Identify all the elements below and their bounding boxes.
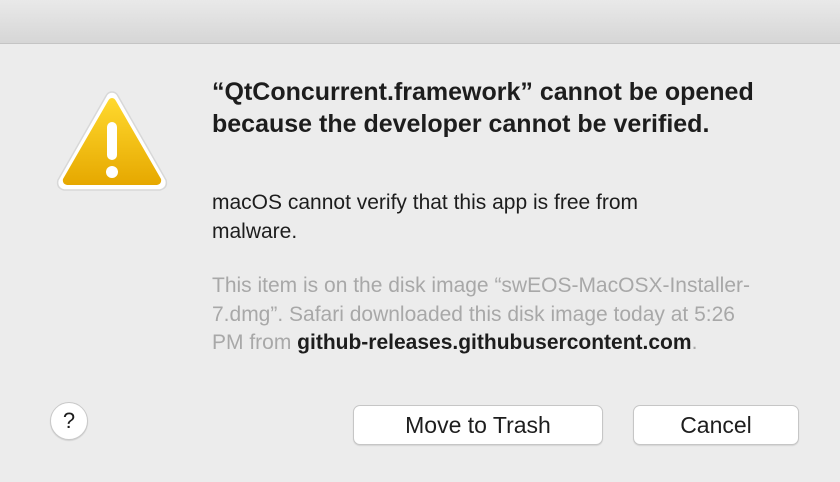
dialog-message: macOS cannot verify that this app is fre…	[212, 191, 639, 243]
title-bar[interactable]	[0, 0, 840, 44]
move-to-trash-button[interactable]: Move to Trash	[353, 405, 603, 445]
dialog-title: “QtConcurrent.framework” cannot be opene…	[212, 78, 754, 138]
cancel-button[interactable]: Cancel	[633, 405, 799, 445]
warning-icon	[52, 86, 172, 194]
dialog-window: “QtConcurrent.framework” cannot be opene…	[0, 0, 840, 482]
dialog-info: This item is on the disk image “swEOS-Ma…	[212, 272, 772, 358]
info-suffix: .	[691, 331, 698, 354]
download-host: github-releases.githubusercontent.com	[297, 331, 692, 354]
help-button[interactable]: ?	[50, 402, 88, 440]
